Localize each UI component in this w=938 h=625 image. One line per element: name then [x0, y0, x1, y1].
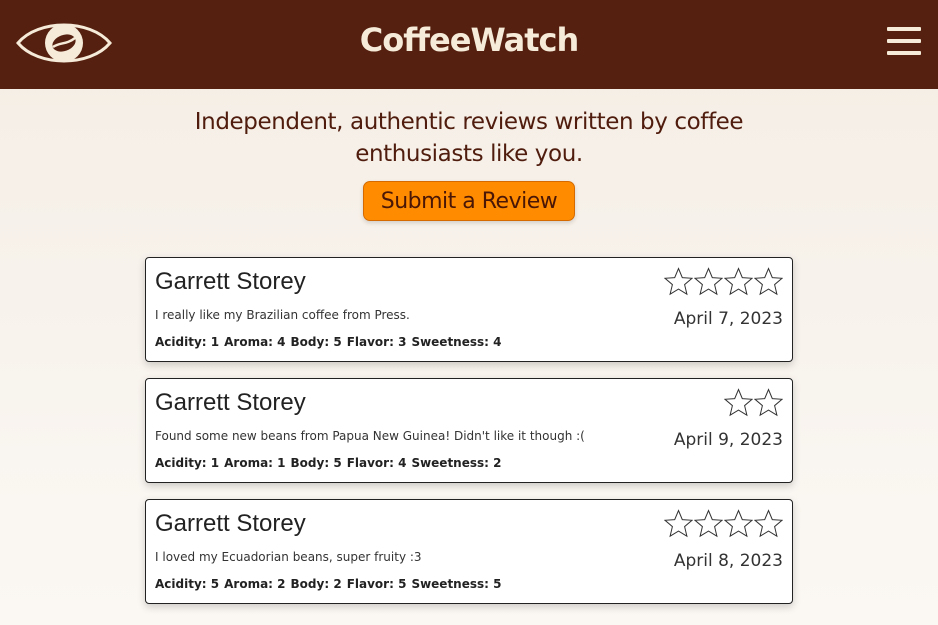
metric-item: Aroma: 2	[224, 577, 285, 591]
metric-value: 5	[333, 335, 342, 349]
metric-item: Acidity: 5	[155, 577, 219, 591]
metric-value: 2	[333, 577, 342, 591]
metric-value: 1	[277, 456, 286, 470]
metric-item: Sweetness: 4	[411, 335, 501, 349]
star-outline-icon	[724, 267, 753, 296]
metric-item: Body: 2	[291, 577, 342, 591]
metric-item: Sweetness: 2	[411, 456, 501, 470]
metric-label: Flavor:	[346, 456, 394, 470]
star-outline-icon	[664, 267, 693, 296]
metric-label: Acidity:	[155, 456, 207, 470]
metric-label: Acidity:	[155, 577, 207, 591]
metric-value: 5	[398, 577, 407, 591]
review-body: Found some new beans from Papua New Guin…	[155, 429, 585, 443]
metric-label: Sweetness:	[411, 335, 489, 349]
metric-value: 1	[210, 335, 220, 349]
star-outline-icon	[724, 509, 753, 538]
review-metrics: Acidity: 1 Aroma: 4 Body: 5 Flavor: 3 Sweetn…	[155, 335, 507, 349]
star-rating	[664, 267, 783, 297]
review-card[interactable]: Garrett Storey I really like my Brazilian…	[145, 257, 793, 362]
metric-label: Aroma:	[224, 577, 273, 591]
review-card[interactable]: Garrett Storey I loved my Ecuadorian bean…	[145, 499, 793, 604]
metric-item: Sweetness: 5	[411, 577, 501, 591]
star-outline-icon	[724, 388, 753, 417]
review-metrics: Acidity: 5 Aroma: 2 Body: 2 Flavor: 5 Sweetn…	[155, 577, 507, 591]
review-body: I really like my Brazilian coffee from P…	[155, 308, 410, 322]
metric-label: Aroma:	[224, 456, 273, 470]
metric-value: 5	[493, 577, 502, 591]
metric-item: Body: 5	[291, 456, 342, 470]
review-metrics: Acidity: 1 Aroma: 1 Body: 5 Flavor: 4 Sweetn…	[155, 456, 507, 470]
metric-value: 3	[398, 335, 407, 349]
metric-label: Sweetness:	[411, 456, 489, 470]
metric-value: 1	[210, 456, 220, 470]
metric-item: Acidity: 1	[155, 456, 219, 470]
review-body: I loved my Ecuadorian beans, super fruit…	[155, 550, 422, 564]
hamburger-menu-icon[interactable]	[884, 24, 922, 58]
metric-value: 2	[493, 456, 502, 470]
star-outline-icon	[754, 509, 783, 538]
top-navbar: CoffeeWatch	[0, 0, 938, 89]
metric-item: Aroma: 1	[224, 456, 285, 470]
metric-label: Body:	[290, 456, 330, 470]
metric-item: Flavor: 3	[347, 335, 407, 349]
star-rating	[724, 388, 783, 418]
star-outline-icon	[694, 267, 723, 296]
metric-item: Aroma: 4	[224, 335, 285, 349]
metric-label: Aroma:	[224, 335, 273, 349]
review-date: April 7, 2023	[673, 309, 783, 329]
star-outline-icon	[754, 267, 783, 296]
metric-item: Flavor: 4	[347, 456, 407, 470]
review-date: April 9, 2023	[673, 430, 783, 450]
metric-item: Body: 5	[291, 335, 342, 349]
metric-label: Body:	[290, 335, 330, 349]
metric-label: Flavor:	[346, 335, 394, 349]
metric-value: 5	[333, 456, 342, 470]
star-rating	[664, 509, 783, 539]
metric-value: 2	[277, 577, 286, 591]
metric-item: Flavor: 5	[347, 577, 407, 591]
brand-title: CoffeeWatch	[359, 21, 580, 59]
star-outline-icon	[694, 509, 723, 538]
review-author: Garrett Storey	[155, 268, 306, 295]
submit-review-button[interactable]: Submit a Review	[363, 181, 575, 221]
metric-item: Acidity: 1	[155, 335, 219, 349]
metric-label: Acidity:	[155, 335, 207, 349]
review-author: Garrett Storey	[155, 389, 306, 416]
star-outline-icon	[664, 509, 693, 538]
review-card[interactable]: Garrett Storey Found some new beans from …	[145, 378, 793, 483]
review-date: April 8, 2023	[673, 551, 783, 571]
metric-label: Flavor:	[346, 577, 394, 591]
metric-value: 5	[210, 577, 220, 591]
metric-value: 4	[493, 335, 502, 349]
review-author: Garrett Storey	[155, 510, 306, 537]
metric-value: 4	[398, 456, 407, 470]
star-outline-icon	[754, 388, 783, 417]
metric-label: Body:	[290, 577, 330, 591]
metric-value: 4	[277, 335, 286, 349]
tagline: Independent, authentic reviews written b…	[194, 109, 744, 167]
metric-label: Sweetness:	[411, 577, 489, 591]
